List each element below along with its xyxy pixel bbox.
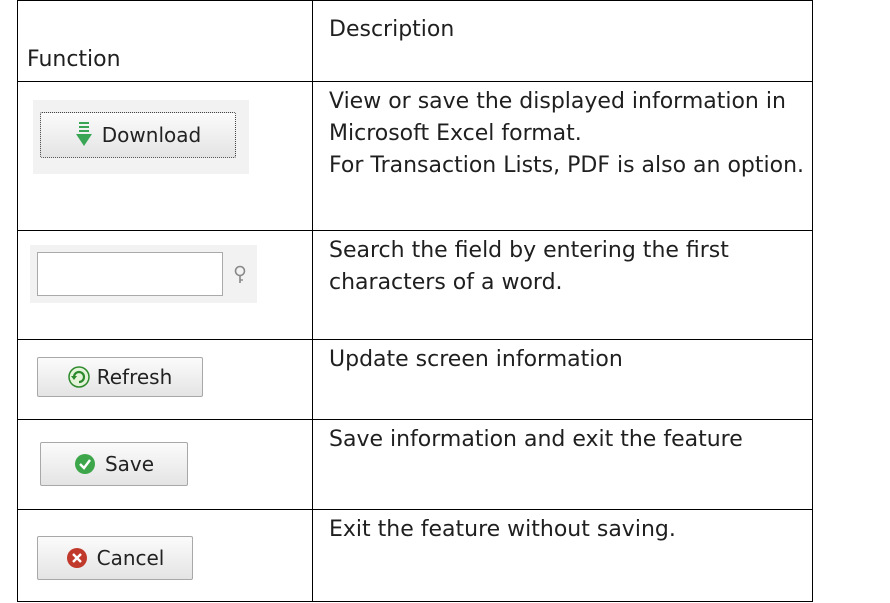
description-text: Save information and exit the feature: [313, 420, 812, 456]
description-line: Search the field by entering the first: [329, 238, 729, 263]
function-cell: [17, 230, 313, 340]
functions-table: Function Description Download View or sa…: [17, 0, 813, 602]
description-cell: Save information and exit the feature: [312, 419, 813, 510]
description-line: characters of a word.: [329, 270, 563, 295]
description-text: View or save the displayed information i…: [313, 82, 812, 182]
function-cell: Refresh: [17, 339, 313, 420]
table-row: Save Save information and exit the featu…: [17, 419, 813, 510]
description-line: Exit the feature without saving.: [329, 517, 676, 542]
cancel-circle-icon: [66, 548, 87, 568]
download-arrow-icon: [75, 122, 92, 146]
description-line: For Transaction Lists, PDF is also an op…: [329, 153, 805, 178]
download-button[interactable]: Download: [40, 112, 236, 158]
save-button-label: Save: [104, 452, 155, 476]
refresh-icon: [67, 366, 90, 388]
table-row: Download View or save the displayed info…: [17, 81, 813, 231]
search-input[interactable]: [37, 252, 223, 296]
header-description-cell: Description: [312, 0, 813, 82]
description-line: Update screen information: [329, 347, 623, 372]
cancel-button-label: Cancel: [96, 546, 165, 570]
description-line: Save information and exit the feature: [329, 427, 743, 452]
function-cell: Save: [17, 419, 313, 510]
description-line: View or save the displayed information i…: [329, 89, 786, 114]
function-cell: Cancel: [17, 509, 313, 602]
header-function-cell: Function: [17, 0, 313, 82]
description-cell: Search the field by entering the first c…: [312, 230, 813, 340]
function-cell: Download: [17, 81, 313, 231]
table-row: Refresh Update screen information: [17, 339, 813, 420]
search-filter-icon[interactable]: [233, 265, 247, 285]
refresh-button[interactable]: Refresh: [37, 357, 203, 397]
header-description-label: Description: [329, 17, 455, 42]
download-button-label: Download: [101, 123, 202, 147]
save-button[interactable]: Save: [40, 442, 188, 486]
header-row: Function Description: [17, 0, 813, 82]
table-row: Search the field by entering the first c…: [17, 230, 813, 340]
header-function-label: Function: [27, 47, 121, 72]
cancel-button[interactable]: Cancel: [37, 536, 193, 580]
description-cell: Update screen information: [312, 339, 813, 420]
refresh-button-label: Refresh: [96, 365, 173, 389]
description-cell: Exit the feature without saving.: [312, 509, 813, 602]
description-text: Exit the feature without saving.: [313, 510, 812, 546]
description-cell: View or save the displayed information i…: [312, 81, 813, 231]
description-line: Microsoft Excel format.: [329, 121, 582, 146]
description-text: Update screen information: [313, 340, 812, 376]
description-text: Search the field by entering the first c…: [313, 231, 812, 299]
table-row: Cancel Exit the feature without saving.: [17, 509, 813, 602]
check-circle-icon: [74, 454, 95, 474]
